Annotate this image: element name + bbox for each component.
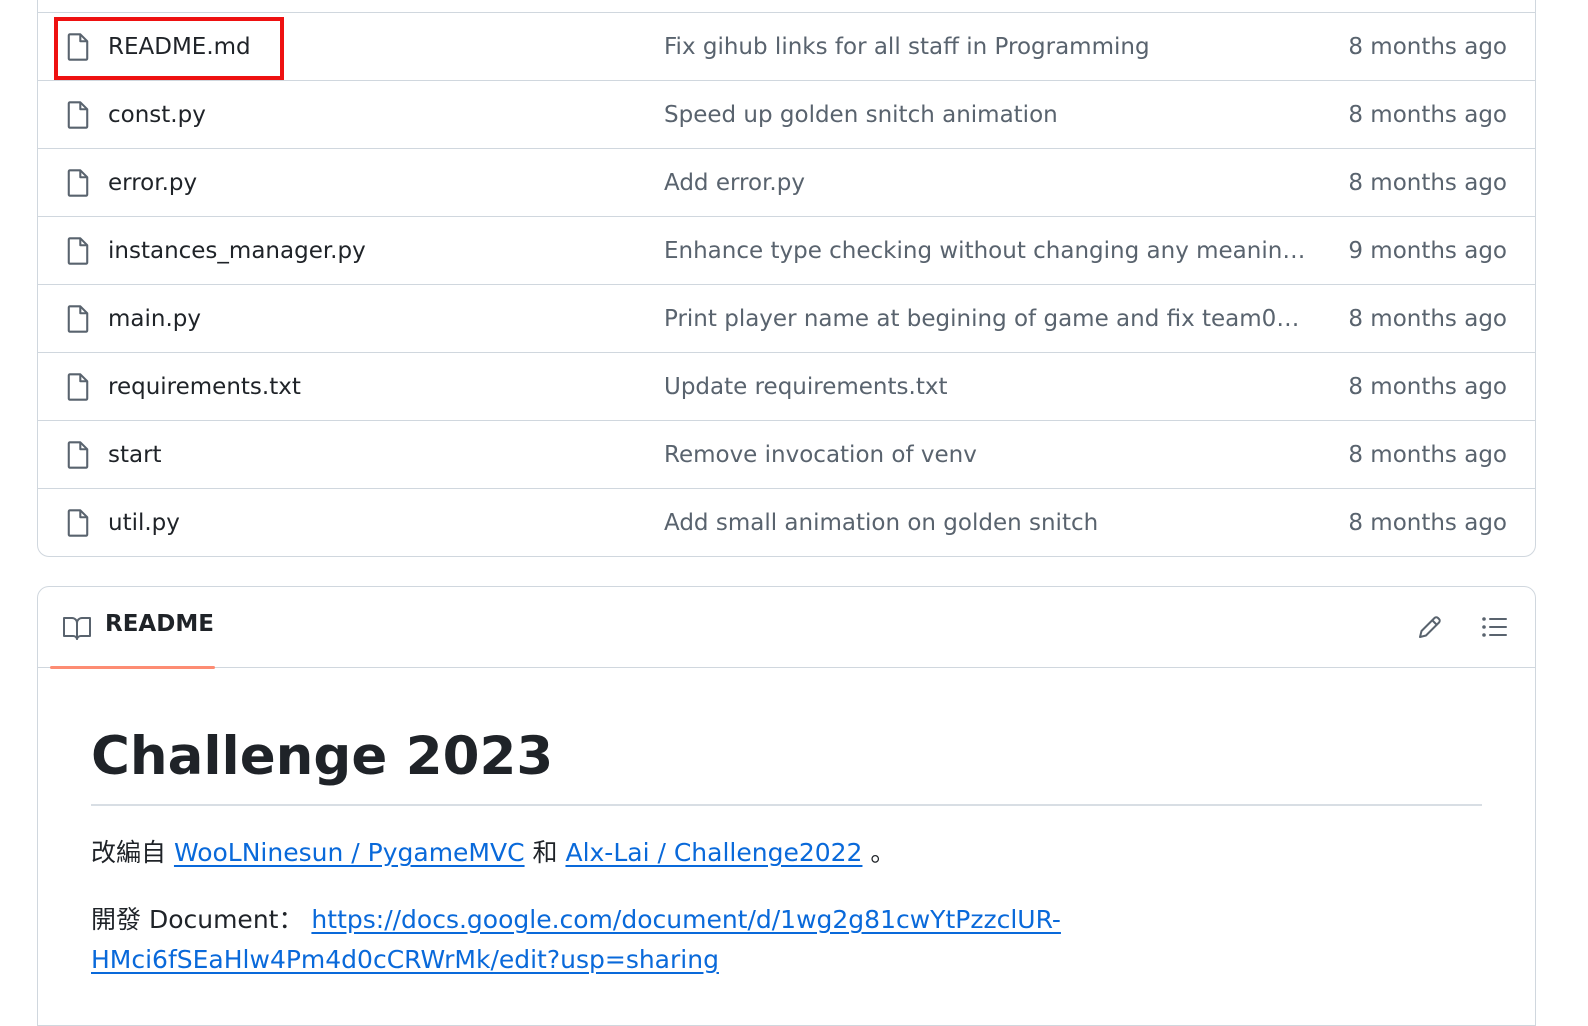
commit-message[interactable]: Add error.py <box>664 170 1309 196</box>
link-google-doc[interactable]: https://docs.google.com/document/d/1wg2g… <box>311 905 1061 934</box>
file-row-readme[interactable]: README.md Fix gihub links for all staff … <box>38 13 1535 81</box>
file-name[interactable]: util.py <box>108 510 180 536</box>
tab-underline <box>50 666 215 669</box>
commit-message[interactable]: Print player name at begining of game an… <box>664 306 1309 332</box>
readme-header: README <box>38 587 1535 669</box>
readme-paragraph-document: 開發 Document： https://docs.google.com/doc… <box>91 900 1061 940</box>
commit-age[interactable]: 9 months ago <box>1348 238 1507 264</box>
file-row-error[interactable]: error.py Add error.py 8 months ago <box>38 149 1535 217</box>
book-icon <box>63 617 91 640</box>
link-challenge2022[interactable]: Alx-Lai / Challenge2022 <box>565 838 862 867</box>
commit-message[interactable]: Add small animation on golden snitch <box>664 510 1309 536</box>
credits-prefix: 改編自 <box>91 838 174 867</box>
pencil-icon[interactable] <box>1412 609 1448 645</box>
file-icon <box>67 168 89 197</box>
readme-paragraph-document-cont: HMci6fSEaHlw4Pm4d0cCRWrMk/edit?usp=shari… <box>91 940 719 980</box>
file-icon <box>67 372 89 401</box>
file-name[interactable]: error.py <box>108 170 197 196</box>
file-icon <box>67 440 89 469</box>
commit-message[interactable]: Update requirements.txt <box>664 374 1309 400</box>
file-name[interactable]: const.py <box>108 102 206 128</box>
commit-age[interactable]: 8 months ago <box>1348 442 1507 468</box>
commit-message[interactable]: Enhance type checking without changing a… <box>664 238 1309 264</box>
file-list: README.md Fix gihub links for all staff … <box>38 12 1535 556</box>
commit-age[interactable]: 8 months ago <box>1348 306 1507 332</box>
file-icon <box>67 32 89 61</box>
title-divider <box>91 804 1482 806</box>
commit-age[interactable]: 8 months ago <box>1348 510 1507 536</box>
link-google-doc-cont[interactable]: HMci6fSEaHlw4Pm4d0cCRWrMk/edit?usp=shari… <box>91 945 719 974</box>
commit-message[interactable]: Remove invocation of venv <box>664 442 1309 468</box>
commit-age[interactable]: 8 months ago <box>1348 34 1507 60</box>
commit-message[interactable]: Speed up golden snitch animation <box>664 102 1309 128</box>
file-row-util[interactable]: util.py Add small animation on golden sn… <box>38 489 1535 556</box>
file-name[interactable]: requirements.txt <box>108 374 301 400</box>
file-row-start[interactable]: start Remove invocation of venv 8 months… <box>38 421 1535 489</box>
credits-middle: 和 <box>524 838 566 867</box>
file-icon <box>67 100 89 129</box>
file-row-instances-manager[interactable]: instances_manager.py Enhance type checki… <box>38 217 1535 285</box>
link-pygamemvc[interactable]: WooLNinesun / PygameMVC <box>174 838 525 867</box>
file-list-container: README.md Fix gihub links for all staff … <box>37 0 1536 557</box>
file-name[interactable]: start <box>108 442 162 468</box>
credits-suffix: 。 <box>862 838 896 867</box>
file-icon <box>67 304 89 333</box>
file-name[interactable]: README.md <box>108 34 251 60</box>
file-icon <box>67 509 89 537</box>
document-prefix: 開發 Document： <box>91 905 312 934</box>
readme-panel: README Challenge 2023 改編自 WooLNinesun / … <box>37 586 1536 1026</box>
readme-paragraph-credits: 改編自 WooLNinesun / PygameMVC 和 Alx-Lai / … <box>91 833 895 873</box>
readme-tab-label: README <box>105 611 214 637</box>
file-name[interactable]: main.py <box>108 306 201 332</box>
file-row-main[interactable]: main.py Print player name at begining of… <box>38 285 1535 353</box>
readme-title: Challenge 2023 <box>91 726 554 787</box>
commit-age[interactable]: 8 months ago <box>1348 170 1507 196</box>
file-row-requirements[interactable]: requirements.txt Update requirements.txt… <box>38 353 1535 421</box>
commit-age[interactable]: 8 months ago <box>1348 102 1507 128</box>
list-unordered-icon[interactable] <box>1476 609 1512 645</box>
file-name[interactable]: instances_manager.py <box>108 238 366 264</box>
commit-age[interactable]: 8 months ago <box>1348 374 1507 400</box>
file-row-const[interactable]: const.py Speed up golden snitch animatio… <box>38 81 1535 149</box>
file-icon <box>67 236 89 265</box>
commit-message[interactable]: Fix gihub links for all staff in Program… <box>664 34 1309 60</box>
tab-readme[interactable]: README <box>50 587 215 669</box>
